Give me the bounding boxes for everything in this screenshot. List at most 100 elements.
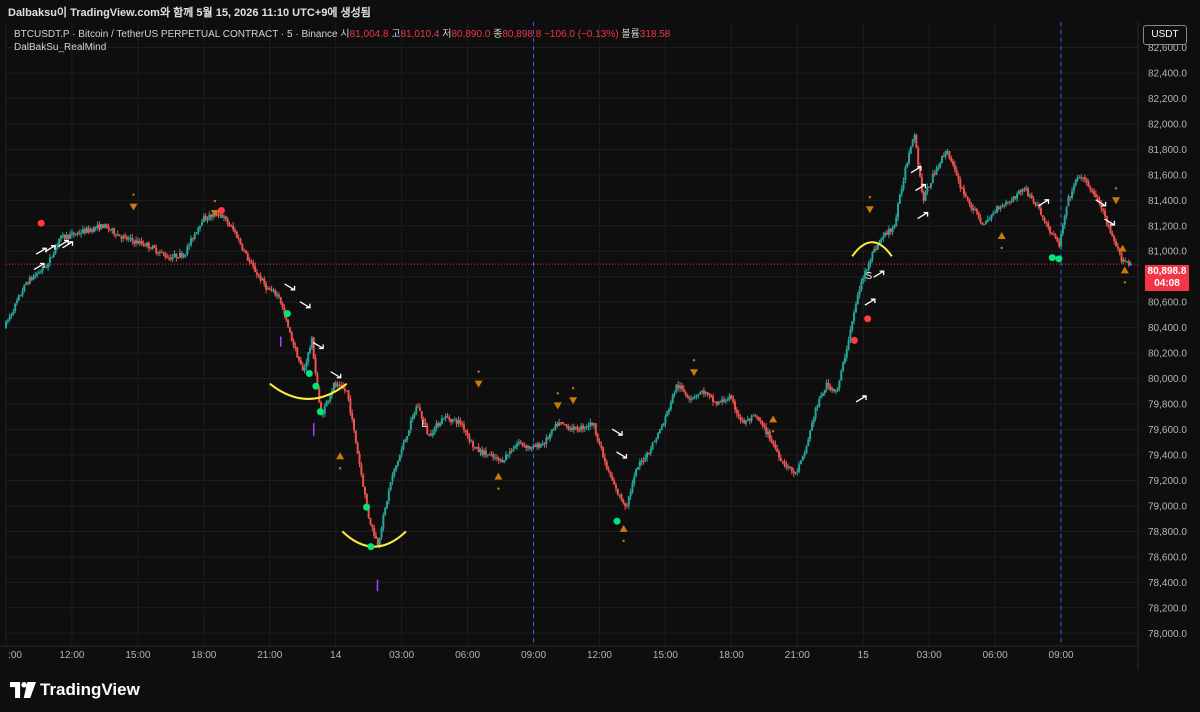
candle-body xyxy=(842,362,845,371)
candle-body xyxy=(309,347,312,353)
candle-body xyxy=(1021,189,1024,192)
candle-body xyxy=(65,234,68,239)
bar-countdown: 04:08 xyxy=(1154,278,1180,289)
candlestick-chart[interactable]: 78,000.0 78,200.0 78,400.0 78,600.0 78,800.0… xyxy=(0,22,1200,670)
candle-body xyxy=(153,245,156,248)
candle-body xyxy=(1056,238,1059,242)
candle-body xyxy=(510,451,513,453)
candle-body xyxy=(666,411,669,417)
candle-body xyxy=(261,278,264,281)
candle-body xyxy=(957,175,960,180)
candle-body xyxy=(1091,190,1094,192)
candle-body xyxy=(1087,182,1090,187)
candle-body xyxy=(118,234,121,237)
candle-body xyxy=(364,487,367,495)
candle-body xyxy=(369,517,372,525)
candle-body xyxy=(169,257,172,260)
candle-body xyxy=(1093,191,1096,195)
down-triangle-marker xyxy=(865,206,874,214)
candle-body xyxy=(1027,188,1030,197)
candle-body xyxy=(10,314,13,316)
time-axis-label: 15:00 xyxy=(653,650,678,661)
time-axis-label: 09:00 xyxy=(1049,650,1074,661)
price-axis-label: 82,000.0 xyxy=(1148,119,1187,130)
candle-body xyxy=(750,416,753,421)
symbol-label[interactable]: BTCUSDT.P · Bitcoin / TetherUS PERPETUAL… xyxy=(14,29,338,40)
candle-body xyxy=(5,321,7,329)
candle-body xyxy=(801,455,804,460)
candle-body xyxy=(296,347,299,358)
time-axis-label: :00 xyxy=(8,650,22,661)
candle-body xyxy=(8,316,11,320)
candle-body xyxy=(1008,201,1011,203)
candle-body xyxy=(464,430,467,433)
candle-body xyxy=(777,451,780,458)
candle-body xyxy=(1072,185,1075,191)
tradingview-brand[interactable]: TradingView xyxy=(10,680,140,700)
price-axis-label: 81,000.0 xyxy=(1148,247,1187,258)
price-axis-label: 79,200.0 xyxy=(1148,476,1187,487)
candle-body xyxy=(774,444,777,449)
candle-body xyxy=(834,390,837,392)
candle-body xyxy=(453,419,456,421)
candle-body xyxy=(873,249,876,253)
candle-body xyxy=(860,281,863,290)
candle-body xyxy=(757,416,760,421)
candle-body xyxy=(574,426,577,428)
candle-body xyxy=(792,471,795,473)
candle-body xyxy=(592,423,595,425)
candle-body xyxy=(448,417,451,420)
sell-signal-dot xyxy=(217,206,225,214)
candle-body xyxy=(325,401,328,407)
candle-body xyxy=(964,194,967,197)
candle-body xyxy=(298,357,301,361)
candle-body xyxy=(252,263,255,267)
candle-body xyxy=(662,423,665,427)
candle-body xyxy=(451,419,454,422)
candle-body xyxy=(186,246,189,255)
candle-body xyxy=(572,426,575,431)
candle-body xyxy=(554,424,557,429)
chart-area[interactable]: 78,000.0 78,200.0 78,400.0 78,600.0 78,800.0… xyxy=(0,22,1200,670)
candle-body xyxy=(25,283,28,285)
candle-body xyxy=(600,445,603,448)
candle-body xyxy=(1082,177,1085,179)
candle-body xyxy=(50,256,53,258)
currency-button[interactable]: USDT xyxy=(1143,25,1187,45)
candle-body xyxy=(407,430,410,436)
candle-body xyxy=(772,441,775,445)
candle-body xyxy=(550,429,553,434)
candle-body xyxy=(250,262,253,264)
indicator-label[interactable]: DalBakSu_RealMind xyxy=(14,41,670,54)
candle-body xyxy=(336,384,339,387)
candle-body xyxy=(1083,177,1086,180)
candle-body xyxy=(501,459,504,463)
triangle-dot xyxy=(1123,281,1127,284)
candle-body xyxy=(805,446,808,454)
candle-body xyxy=(232,225,235,230)
candle-body xyxy=(1060,234,1063,247)
candle-body xyxy=(680,385,683,389)
candle-body xyxy=(1052,234,1055,236)
candle-body xyxy=(404,439,407,443)
candle-body xyxy=(858,289,861,296)
candle-body xyxy=(244,250,247,253)
candle-body xyxy=(798,464,801,472)
candle-body xyxy=(1010,201,1013,203)
candle-body xyxy=(527,446,530,449)
candle-body xyxy=(603,457,606,462)
candle-body xyxy=(23,284,26,292)
candle-body xyxy=(268,288,271,291)
candle-body xyxy=(770,439,773,442)
triangle-dot xyxy=(497,487,500,490)
candle-body xyxy=(470,440,473,442)
triangle-dot xyxy=(1114,187,1118,190)
candle-body xyxy=(693,396,696,398)
price-axis-label: 78,400.0 xyxy=(1148,578,1187,589)
candle-body xyxy=(759,420,762,423)
triangle-dot xyxy=(1000,246,1003,250)
down-triangle-marker xyxy=(129,203,138,211)
candle-body xyxy=(191,237,194,240)
candle-body xyxy=(395,465,398,470)
candle-body xyxy=(580,425,583,431)
